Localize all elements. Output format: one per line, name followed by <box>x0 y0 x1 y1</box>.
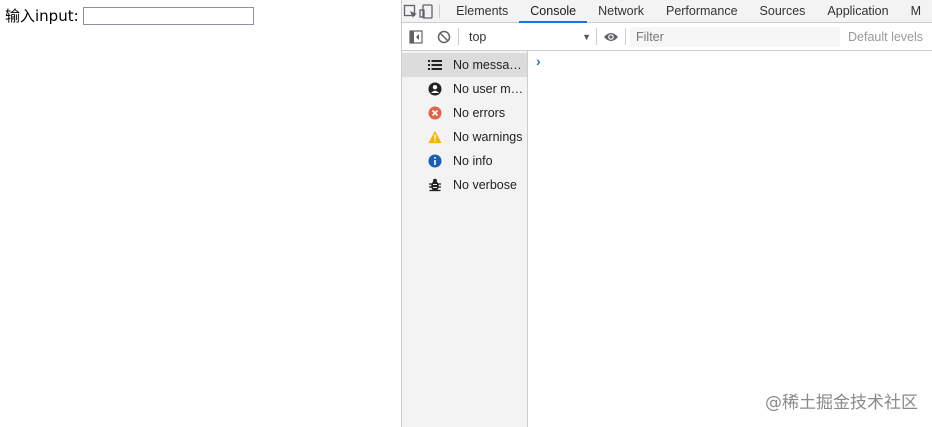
tab-performance[interactable]: Performance <box>655 0 749 22</box>
input-form: 输入input: <box>5 6 254 26</box>
devtools-tabbar: Elements Console Network Performance Sou… <box>402 0 932 23</box>
list-icon <box>428 58 442 72</box>
tab-application[interactable]: Application <box>816 0 899 22</box>
devtools-panel: Elements Console Network Performance Sou… <box>401 0 932 427</box>
sidebar-item-label: No verbose <box>453 178 517 192</box>
toolbar-separator <box>625 28 626 45</box>
log-levels-dropdown[interactable]: Default levels <box>840 30 923 44</box>
sidebar-item-messages[interactable]: No messages <box>402 53 527 77</box>
text-input[interactable] <box>82 7 254 25</box>
tab-network[interactable]: Network <box>587 0 655 22</box>
tab-console[interactable]: Console <box>519 0 588 23</box>
sidebar-item-label: No errors <box>453 106 506 120</box>
tabbar-separator <box>438 4 440 18</box>
sidebar-item-errors[interactable]: No errors <box>402 101 527 125</box>
console-output[interactable]: › <box>528 51 932 427</box>
context-selector[interactable]: top ▼ <box>459 23 596 50</box>
tab-memory[interactable]: M <box>900 0 932 22</box>
clear-console-icon[interactable] <box>430 23 458 50</box>
watermark: @稀土掘金技术社区 <box>765 393 918 413</box>
inspect-element-icon[interactable] <box>402 0 418 22</box>
web-page: 输入input: <box>0 0 401 427</box>
sidebar-item-verbose[interactable]: No verbose <box>402 173 527 197</box>
input-label: 输入input: <box>5 7 79 25</box>
sidebar-item-label: No info <box>453 154 493 168</box>
filter-input[interactable] <box>630 26 840 47</box>
context-value: top <box>469 29 487 44</box>
device-toolbar-icon[interactable] <box>418 0 434 22</box>
live-expression-eye-icon[interactable] <box>597 23 625 50</box>
warning-icon <box>428 130 442 144</box>
sidebar-item-label: No messages <box>453 58 525 72</box>
user-icon <box>428 82 442 96</box>
sidebar-item-info[interactable]: No info <box>402 149 527 173</box>
sidebar-item-label: No user me... <box>453 82 525 96</box>
info-icon <box>428 154 442 168</box>
console-prompt-chevron-icon[interactable]: › <box>536 53 541 69</box>
bug-icon <box>428 178 442 192</box>
show-sidebar-icon[interactable] <box>402 23 430 50</box>
sidebar-item-user-messages[interactable]: No user me... <box>402 77 527 101</box>
sidebar-item-label: No warnings <box>453 130 523 144</box>
error-icon <box>428 106 442 120</box>
sidebar-item-warnings[interactable]: No warnings <box>402 125 527 149</box>
tab-elements[interactable]: Elements <box>445 0 519 22</box>
tab-sources[interactable]: Sources <box>749 0 817 22</box>
console-sidebar: No messages No user me... No errors No w… <box>402 51 528 427</box>
dropdown-arrow-icon: ▼ <box>582 31 591 42</box>
console-toolbar: top ▼ Default levels <box>402 23 932 51</box>
